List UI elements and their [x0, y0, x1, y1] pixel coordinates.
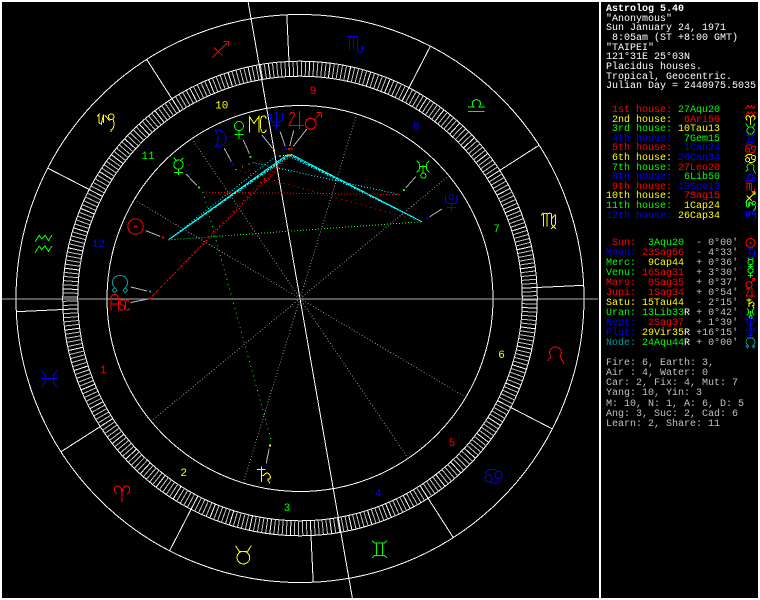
svg-text:2: 2	[180, 468, 187, 480]
svg-text:6: 6	[498, 350, 505, 362]
svg-text:4: 4	[375, 488, 382, 500]
svg-text:3: 3	[284, 503, 291, 515]
svg-text:12: 12	[92, 239, 105, 251]
svg-text:11: 11	[141, 151, 155, 163]
svg-text:10: 10	[215, 101, 228, 113]
svg-text:9: 9	[310, 86, 317, 98]
svg-text:8: 8	[413, 121, 420, 133]
svg-text:1: 1	[100, 365, 107, 377]
svg-text:7: 7	[493, 224, 500, 236]
svg-text:5: 5	[449, 438, 456, 450]
